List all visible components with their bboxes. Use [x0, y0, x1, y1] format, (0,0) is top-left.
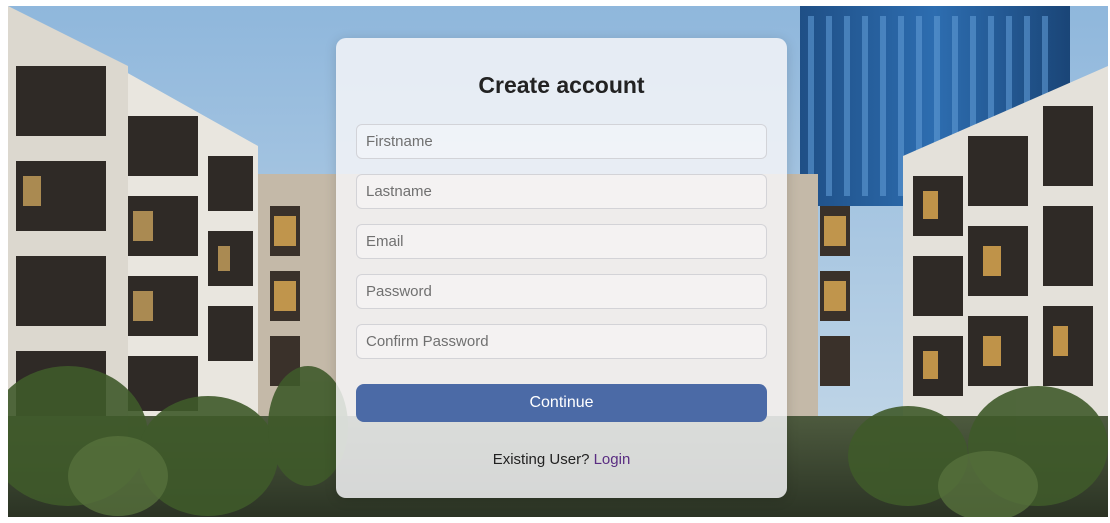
- confirm-password-input[interactable]: [356, 324, 767, 359]
- lastname-input[interactable]: [356, 174, 767, 209]
- login-link[interactable]: Login: [594, 451, 631, 468]
- page-frame: Create account Continue Existing User? L…: [8, 6, 1108, 517]
- existing-user-row: Existing User? Login: [336, 451, 787, 468]
- firstname-input[interactable]: [356, 124, 767, 159]
- create-account-card: Create account Continue Existing User? L…: [336, 38, 787, 498]
- form-title: Create account: [478, 72, 645, 98]
- email-input[interactable]: [356, 224, 767, 259]
- continue-button[interactable]: Continue: [356, 384, 767, 422]
- existing-user-text: Existing User?: [492, 451, 590, 468]
- password-input[interactable]: [356, 274, 767, 309]
